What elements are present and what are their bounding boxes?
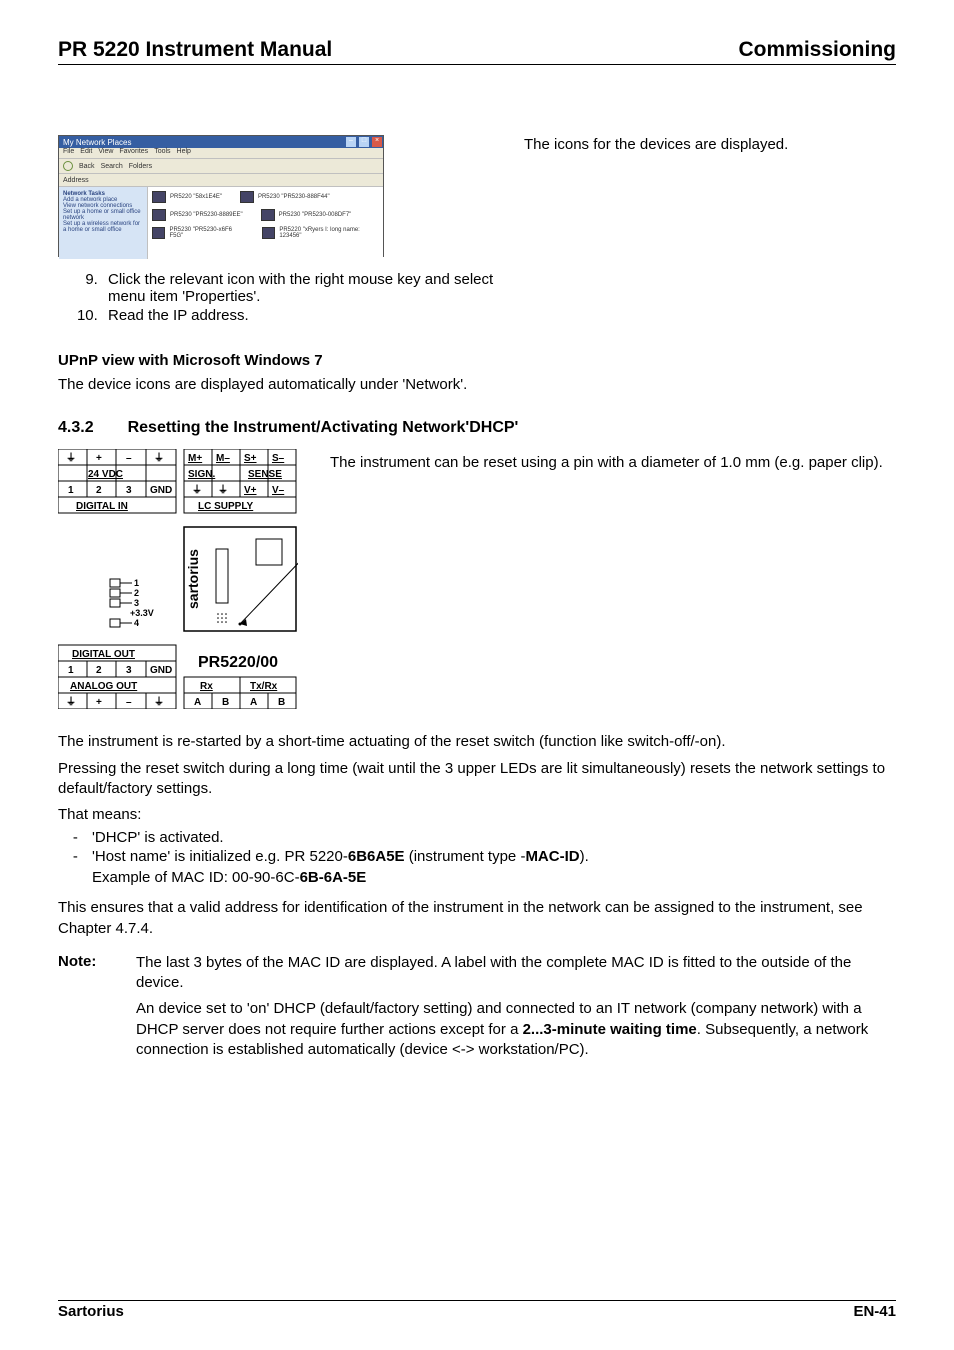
svg-text:2: 2 (96, 485, 102, 496)
upnp-text: The device icons are displayed automatic… (58, 375, 896, 395)
svg-text:ANALOG OUT: ANALOG OUT (70, 681, 137, 692)
svg-text:S+: S+ (244, 453, 257, 464)
device-label: PR5230 "PR5230-888F44" (258, 194, 330, 200)
menu-item: Help (177, 148, 191, 158)
device-label: PR5220 "58x1E4E" (170, 194, 222, 200)
svg-text:M–: M– (216, 453, 230, 464)
svg-text:⏚: ⏚ (192, 484, 202, 496)
device-icon (152, 191, 166, 203)
svg-text:3: 3 (134, 598, 139, 608)
svg-text:+: + (96, 697, 102, 708)
svg-text:DIGITAL IN: DIGITAL IN (76, 501, 128, 512)
menu-item: Tools (154, 148, 170, 158)
back-icon (63, 161, 73, 171)
device-icon (240, 191, 254, 203)
svg-text:⏚: ⏚ (154, 696, 164, 708)
toolbar-label: Search (101, 163, 123, 170)
svg-text:⏚: ⏚ (66, 452, 76, 464)
device-icon (261, 209, 275, 221)
menu-item: File (63, 148, 74, 158)
section-number: 4.3.2 (58, 419, 94, 437)
svg-text:GND: GND (150, 485, 172, 496)
svg-text:B: B (222, 697, 229, 708)
paragraph: Pressing the reset switch during a long … (58, 759, 896, 800)
close-icon: × (371, 136, 383, 148)
svg-text:SENSE: SENSE (248, 469, 282, 480)
svg-text:2: 2 (96, 665, 102, 676)
upnp-heading: UPnP view with Microsoft Windows 7 (58, 352, 896, 369)
page-header-left: PR 5220 Instrument Manual (58, 38, 332, 62)
svg-text:3: 3 (126, 665, 132, 676)
svg-text:+3.3V: +3.3V (130, 608, 154, 618)
svg-text:LC SUPPLY: LC SUPPLY (198, 501, 254, 512)
instrument-caption: The instrument can be reset using a pin … (330, 449, 896, 714)
menu-item: View (98, 148, 113, 158)
device-icon (152, 209, 166, 221)
svg-text:V–: V– (272, 485, 285, 496)
svg-text:1: 1 (134, 578, 139, 588)
minimize-icon: – (345, 136, 357, 148)
menu-item: Favorites (119, 148, 148, 158)
svg-text:A: A (194, 697, 201, 708)
bullet-item: 'Host name' is initialized e.g. PR 5220-… (82, 848, 896, 886)
svg-text:PR5220/00: PR5220/00 (198, 654, 278, 671)
svg-text:⏚: ⏚ (218, 484, 228, 496)
address-label: Address (63, 177, 89, 184)
paragraph: The instrument is re-started by a short-… (58, 732, 896, 752)
page-header-right: Commissioning (738, 38, 896, 62)
svg-text:A: A (250, 697, 257, 708)
svg-text:1: 1 (68, 665, 74, 676)
device-label: PR5220 "xRyers I: long name: 123456" (279, 227, 379, 239)
svg-text:4: 4 (134, 618, 139, 628)
menu-item: Edit (80, 148, 92, 158)
note-text: An device set to 'on' DHCP (default/fact… (136, 999, 896, 1060)
svg-text:3: 3 (126, 485, 132, 496)
device-label: PR5230 "PR5230-8889EE" (170, 212, 243, 218)
footer-left: Sartorius (58, 1303, 124, 1320)
svg-text:+: + (96, 453, 102, 464)
maximize-icon: □ (358, 136, 370, 148)
window-title: My Network Places (63, 138, 131, 147)
section-title: Resetting the Instrument/Activating Netw… (128, 419, 519, 437)
svg-text:24 VDC: 24 VDC (88, 469, 123, 480)
step-item: Read the IP address. (102, 307, 896, 324)
svg-text:Tx/Rx: Tx/Rx (250, 681, 278, 692)
toolbar-label: Back (79, 163, 95, 170)
svg-text:Rx: Rx (200, 681, 213, 692)
svg-text:M+: M+ (188, 453, 202, 464)
svg-text:V+: V+ (244, 485, 257, 496)
paragraph: This ensures that a valid address for id… (58, 898, 896, 939)
top-caption: The icons for the devices are displayed. (524, 135, 896, 257)
svg-text:sartorius: sartorius (185, 549, 201, 609)
device-icon (262, 227, 275, 239)
svg-text:SIGN.: SIGN. (188, 469, 215, 480)
svg-text:DIGITAL OUT: DIGITAL OUT (72, 649, 135, 660)
device-label: PR5230 "PR5230-x6F6 F5G" (169, 227, 243, 239)
svg-text:1: 1 (68, 485, 74, 496)
svg-text:2: 2 (134, 588, 139, 598)
step-item: Click the relevant icon with the right m… (102, 271, 508, 305)
note-text: The last 3 bytes of the MAC ID are displ… (136, 953, 896, 994)
toolbar-label: Folders (129, 163, 152, 170)
footer-right: EN-41 (853, 1303, 896, 1320)
note-label: Note: (58, 953, 118, 1060)
device-icon (152, 227, 165, 239)
network-places-screenshot: My Network Places – □ × File Edit View F… (58, 135, 384, 257)
svg-text:–: – (126, 697, 132, 708)
svg-text:S–: S– (272, 453, 285, 464)
svg-text:⏚: ⏚ (154, 452, 164, 464)
sidebar-link: Set up a home or small office network (63, 209, 143, 221)
svg-text:B: B (278, 697, 285, 708)
svg-text:GND: GND (150, 665, 172, 676)
svg-text:⏚: ⏚ (66, 696, 76, 708)
bullet-item: 'DHCP' is activated. (82, 829, 896, 846)
instrument-diagram: ⏚+–⏚ 24 VDC 123GND DIGITAL IN M+M–S+S– S… (58, 449, 298, 714)
device-label: PR5230 "PR5230-008DF7" (279, 212, 352, 218)
svg-text:–: – (126, 453, 132, 464)
paragraph: That means: (58, 805, 896, 825)
sidebar-link: Set up a wireless network for a home or … (63, 221, 143, 233)
